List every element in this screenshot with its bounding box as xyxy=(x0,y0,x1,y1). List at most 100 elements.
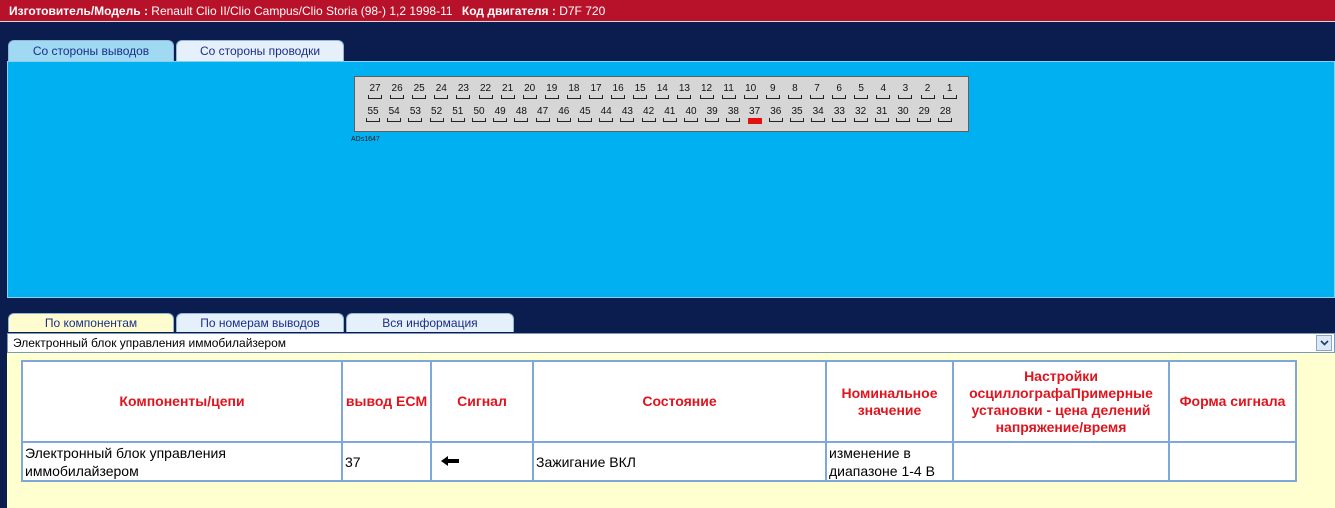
connector-pin-35[interactable]: 35 xyxy=(789,106,805,122)
connector-pin-31[interactable]: 31 xyxy=(874,106,890,122)
connector-pin-16[interactable]: 16 xyxy=(610,83,626,99)
connector-pin-33[interactable]: 33 xyxy=(831,106,847,122)
connector-pin-14[interactable]: 14 xyxy=(654,83,670,99)
header-signal: Сигнал xyxy=(430,360,534,443)
pin-slot xyxy=(917,118,932,122)
connector-pin-25[interactable]: 25 xyxy=(411,83,427,99)
pin-number: 40 xyxy=(685,106,697,117)
tab-pin-side[interactable]: Со стороны выводов xyxy=(8,40,174,61)
pin-number: 45 xyxy=(579,106,591,117)
pin-slot xyxy=(578,118,592,122)
connector-pin-18[interactable]: 18 xyxy=(566,83,582,99)
tab-all-info[interactable]: Вся информация xyxy=(346,313,514,332)
pin-number: 16 xyxy=(612,83,624,94)
connector-pin-51[interactable]: 51 xyxy=(450,106,466,122)
connector-pin-52[interactable]: 52 xyxy=(429,106,445,122)
pin-number: 22 xyxy=(479,83,492,94)
header-state: Состояние xyxy=(532,360,827,443)
connector-pin-21[interactable]: 21 xyxy=(500,83,516,99)
connector-pin-20[interactable]: 20 xyxy=(522,83,538,99)
pin-slot xyxy=(599,118,614,122)
pin-number: 7 xyxy=(814,83,820,94)
connector-pin-55[interactable]: 55 xyxy=(365,106,381,122)
connector-pin-26[interactable]: 26 xyxy=(389,83,405,99)
connector-panel: 27 26 25 24 23 22 21 20 19 18 17 16 15 14 13 12 11 10 9 8 7 6… xyxy=(7,61,1335,298)
pin-number: 2 xyxy=(924,83,931,94)
connector-pin-12[interactable]: 12 xyxy=(699,83,715,99)
connector-pin-49[interactable]: 49 xyxy=(492,106,508,122)
tab-wiring-side[interactable]: Со стороны проводки xyxy=(176,40,344,61)
connector-pin-42[interactable]: 42 xyxy=(641,106,657,122)
connector-pin-45[interactable]: 45 xyxy=(577,106,593,122)
connector-pin-17[interactable]: 17 xyxy=(588,83,604,99)
connector-pin-15[interactable]: 15 xyxy=(632,83,648,99)
connector-pin-3[interactable]: 3 xyxy=(897,83,913,99)
connector-pin-24[interactable]: 24 xyxy=(433,83,449,99)
component-select[interactable]: Электронный блок управления иммобилайзер… xyxy=(7,333,1335,353)
arrow-left-icon xyxy=(434,451,460,471)
pin-number: 17 xyxy=(590,83,602,94)
chevron-down-icon[interactable] xyxy=(1316,335,1332,351)
connector-pin-43[interactable]: 43 xyxy=(619,106,635,122)
connector-pin-40[interactable]: 40 xyxy=(683,106,699,122)
connector-pin-46[interactable]: 46 xyxy=(556,106,572,122)
connector-pin-7[interactable]: 7 xyxy=(809,83,825,99)
connector-pin-4[interactable]: 4 xyxy=(875,83,891,99)
pin-slot xyxy=(768,118,783,122)
connector-pin-5[interactable]: 5 xyxy=(853,83,869,99)
connector-pin-50[interactable]: 50 xyxy=(471,106,487,122)
pin-slot xyxy=(493,118,508,122)
pin-number: 15 xyxy=(634,83,646,94)
connector-pin-13[interactable]: 13 xyxy=(676,83,692,99)
pin-slot xyxy=(832,118,847,122)
connector-pin-9[interactable]: 9 xyxy=(765,83,781,99)
view-tabs: Со стороны выводов Со стороны проводки xyxy=(8,40,346,61)
pin-number: 23 xyxy=(457,83,469,94)
pin-info-table: Компоненты/цепи вывод ECM Сигнал Состоян… xyxy=(21,360,1297,482)
pin-slot xyxy=(743,95,758,99)
connector-pin-11[interactable]: 11 xyxy=(721,83,737,99)
connector-pin-41[interactable]: 41 xyxy=(662,106,678,122)
pin-number: 11 xyxy=(723,83,734,94)
pin-number: 38 xyxy=(727,106,739,117)
connector-pin-48[interactable]: 48 xyxy=(513,106,529,122)
connector-pin-1[interactable]: 1 xyxy=(942,83,958,99)
connector-pin-28[interactable]: 28 xyxy=(937,106,953,122)
connector-pin-10[interactable]: 10 xyxy=(743,83,759,99)
connector-pin-29[interactable]: 29 xyxy=(916,106,932,122)
connector-pin-53[interactable]: 53 xyxy=(407,106,423,122)
connector-pin-39[interactable]: 39 xyxy=(704,106,720,122)
connector-pin-8[interactable]: 8 xyxy=(787,83,803,99)
connector-pin-19[interactable]: 19 xyxy=(544,83,560,99)
tab-by-components[interactable]: По компонентам xyxy=(8,313,174,332)
connector-pin-38[interactable]: 38 xyxy=(725,106,741,122)
pin-number: 55 xyxy=(367,106,379,117)
connector-pin-2[interactable]: 2 xyxy=(920,83,936,99)
connector-pin-44[interactable]: 44 xyxy=(598,106,614,122)
connector-pin-27[interactable]: 27 xyxy=(367,83,383,99)
cell-pin: 37 xyxy=(341,441,432,482)
pin-slot xyxy=(790,118,804,122)
pin-number: 28 xyxy=(939,106,951,117)
connector-pin-23[interactable]: 23 xyxy=(455,83,471,99)
pin-slot xyxy=(655,95,670,99)
connector-pin-6[interactable]: 6 xyxy=(831,83,847,99)
connector-pin-32[interactable]: 32 xyxy=(853,106,869,122)
connector-pin-22[interactable]: 22 xyxy=(478,83,494,99)
pin-slot xyxy=(390,95,405,99)
pin-number: 18 xyxy=(568,83,580,94)
pin-slot xyxy=(633,95,648,99)
pin-number: 6 xyxy=(836,83,842,94)
connector-pin-47[interactable]: 47 xyxy=(535,106,551,122)
connector-pin-36[interactable]: 36 xyxy=(768,106,784,122)
pin-slot xyxy=(853,118,868,122)
connector-pin-34[interactable]: 34 xyxy=(810,106,826,122)
connector-pin-37[interactable]: 37 xyxy=(747,106,763,124)
pin-number: 41 xyxy=(664,106,676,117)
tab-by-pin-numbers[interactable]: По номерам выводов xyxy=(176,313,344,332)
connector-pin-54[interactable]: 54 xyxy=(386,106,402,122)
connector-diagram: 27 26 25 24 23 22 21 20 19 18 17 16 15 14 13 12 11 10 9 8 7 6… xyxy=(354,76,969,132)
pin-slot xyxy=(854,95,869,99)
header-bar: Изготовитель/Модель : Renault Clio II/Cl… xyxy=(0,0,1335,22)
connector-pin-30[interactable]: 30 xyxy=(895,106,911,122)
